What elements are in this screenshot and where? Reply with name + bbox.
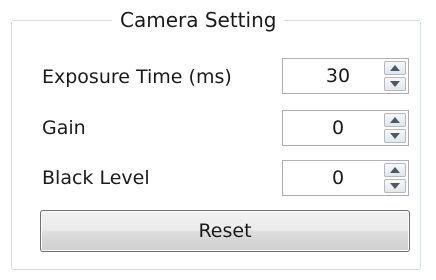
arrow-up-icon [390, 117, 400, 123]
arrow-down-icon [390, 183, 400, 189]
group-title: Camera Setting [112, 6, 285, 34]
black-level-decrement-button[interactable] [384, 179, 406, 193]
arrow-up-icon [390, 65, 400, 71]
exposure-time-spin-buttons [384, 61, 406, 91]
arrow-up-icon [390, 167, 400, 173]
gain-label: Gain [42, 117, 86, 139]
gain-spinbox[interactable]: 0 [282, 110, 409, 146]
gain-decrement-button[interactable] [384, 129, 406, 143]
gain-value[interactable]: 0 [283, 111, 379, 145]
black-level-value[interactable]: 0 [283, 161, 379, 195]
exposure-time-value[interactable]: 30 [283, 59, 379, 93]
exposure-time-decrement-button[interactable] [384, 77, 406, 91]
exposure-time-increment-button[interactable] [384, 61, 406, 75]
black-level-increment-button[interactable] [384, 163, 406, 177]
exposure-time-label: Exposure Time (ms) [42, 66, 232, 88]
black-level-spinbox[interactable]: 0 [282, 160, 409, 196]
black-level-label: Black Level [42, 167, 150, 189]
arrow-down-icon [390, 133, 400, 139]
gain-spin-buttons [384, 113, 406, 143]
reset-button[interactable]: Reset [40, 210, 410, 252]
gain-increment-button[interactable] [384, 113, 406, 127]
exposure-time-value-text: 30 [325, 65, 351, 87]
exposure-time-spinbox[interactable]: 30 [282, 58, 409, 94]
black-level-spin-buttons [384, 163, 406, 193]
arrow-down-icon [390, 81, 400, 87]
gain-value-text: 0 [331, 117, 345, 139]
black-level-value-text: 0 [331, 167, 345, 189]
